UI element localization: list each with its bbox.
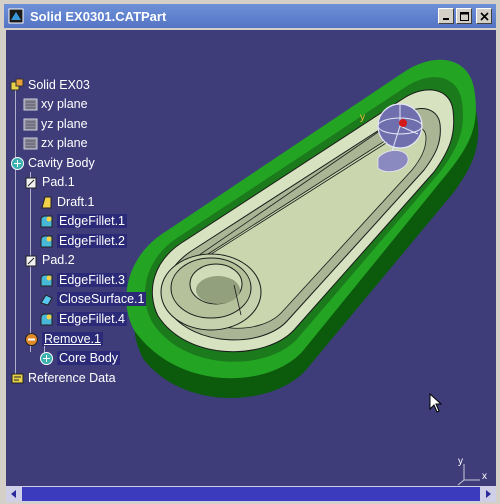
body-icon bbox=[11, 156, 24, 170]
tree-item-label: Remove.1 bbox=[42, 332, 103, 346]
edge-fillet-icon bbox=[40, 274, 53, 286]
pad-icon bbox=[25, 177, 37, 188]
arrow-left-icon bbox=[11, 490, 16, 498]
window-title: Solid EX0301.CATPart bbox=[30, 8, 167, 24]
edge-fillet-icon bbox=[40, 313, 53, 325]
close-surface-icon bbox=[40, 293, 53, 306]
minimize-button[interactable] bbox=[438, 8, 454, 24]
tree-item-label: Reference Data bbox=[28, 371, 116, 385]
tree-item-reference-data[interactable]: Reference Data bbox=[10, 369, 116, 387]
tree-item-label: yz plane bbox=[41, 117, 88, 131]
tree-item-remove-1[interactable]: Remove.1 bbox=[24, 330, 103, 348]
tree-item-cavity-body[interactable]: Cavity Body bbox=[10, 154, 95, 172]
gizmo-y-label: y bbox=[360, 112, 365, 123]
close-icon bbox=[479, 11, 489, 21]
tree-root-label: Solid EX03 bbox=[28, 78, 90, 92]
mouse-cursor-icon bbox=[429, 393, 443, 413]
scroll-right-button[interactable] bbox=[480, 486, 496, 502]
tree-item-core-body[interactable]: Core Body bbox=[39, 349, 121, 367]
title-bar[interactable]: Solid EX0301.CATPart bbox=[4, 4, 496, 28]
remove-icon bbox=[25, 332, 38, 346]
plane-icon bbox=[23, 98, 38, 110]
plane-icon bbox=[23, 118, 38, 130]
tree-root[interactable]: Solid EX03 bbox=[10, 76, 90, 94]
tree-item-label: xy plane bbox=[41, 97, 88, 111]
draft-icon bbox=[41, 196, 52, 208]
part-icon bbox=[10, 78, 24, 90]
body-icon bbox=[40, 351, 53, 365]
tree-item-label: Cavity Body bbox=[28, 156, 95, 170]
pad-icon bbox=[25, 255, 37, 266]
tree-item-yz-plane[interactable]: yz plane bbox=[23, 115, 88, 133]
edge-fillet-icon bbox=[40, 235, 53, 247]
tree-item-edgefillet-1[interactable]: EdgeFillet.1 bbox=[39, 212, 128, 230]
tree-item-label: CloseSurface.1 bbox=[57, 292, 147, 306]
tree-item-edgefillet-3[interactable]: EdgeFillet.3 bbox=[39, 271, 128, 289]
tree-item-closesurface-1[interactable]: CloseSurface.1 bbox=[39, 290, 147, 308]
maximize-button[interactable] bbox=[456, 8, 472, 24]
tree-item-draft-1[interactable]: Draft.1 bbox=[39, 193, 95, 211]
catia-window: Solid EX0301.CATPart Solid EX03 xy plane… bbox=[0, 0, 500, 504]
specification-tree: Solid EX03 xy plane yz plane zx plane Ca… bbox=[6, 30, 266, 450]
tree-item-label: Draft.1 bbox=[57, 195, 95, 209]
tree-item-edgefillet-2[interactable]: EdgeFillet.2 bbox=[39, 232, 128, 250]
minimize-icon bbox=[443, 18, 449, 20]
reference-icon bbox=[11, 373, 24, 383]
catia-app-icon[interactable] bbox=[8, 8, 24, 24]
tree-item-label: EdgeFillet.1 bbox=[57, 214, 128, 228]
tree-item-label: Core Body bbox=[57, 351, 121, 365]
tree-item-label: Pad.2 bbox=[42, 253, 75, 267]
scroll-left-button[interactable] bbox=[6, 486, 22, 502]
horizontal-scrollbar[interactable] bbox=[6, 486, 496, 502]
tree-item-label: Pad.1 bbox=[42, 175, 75, 189]
tree-item-edgefillet-4[interactable]: EdgeFillet.4 bbox=[39, 310, 128, 328]
maximize-icon bbox=[459, 11, 469, 21]
close-button[interactable] bbox=[476, 8, 492, 24]
edge-fillet-icon bbox=[40, 215, 53, 227]
tree-item-label: EdgeFillet.2 bbox=[57, 234, 128, 248]
plane-icon bbox=[23, 137, 38, 149]
tree-item-xy-plane[interactable]: xy plane bbox=[23, 95, 88, 113]
axis-y-label: y bbox=[458, 456, 463, 467]
tree-item-pad-1[interactable]: Pad.1 bbox=[24, 173, 75, 191]
tree-item-label: zx plane bbox=[41, 136, 88, 150]
arrow-right-icon bbox=[486, 490, 491, 498]
scroll-thumb[interactable] bbox=[22, 487, 480, 501]
tree-item-label: EdgeFillet.4 bbox=[57, 312, 128, 326]
axis-x-label: x bbox=[482, 471, 487, 482]
tree-item-zx-plane[interactable]: zx plane bbox=[23, 134, 88, 152]
tree-item-label: EdgeFillet.3 bbox=[57, 273, 128, 287]
3d-viewport[interactable]: Solid EX03 xy plane yz plane zx plane Ca… bbox=[6, 30, 496, 486]
tree-item-pad-2[interactable]: Pad.2 bbox=[24, 251, 75, 269]
